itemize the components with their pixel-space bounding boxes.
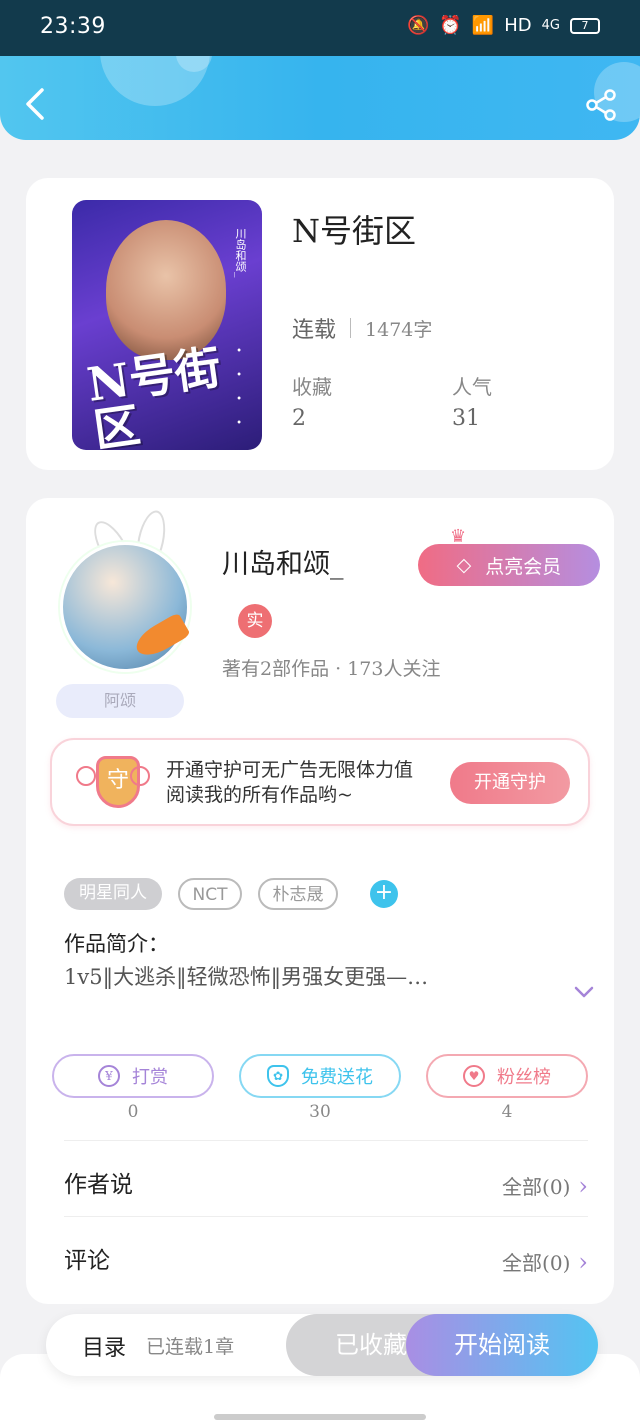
yen-icon: ¥: [98, 1065, 120, 1087]
send-flower-label: 免费送花: [301, 1067, 373, 1088]
favorites-label: 收藏: [292, 375, 332, 399]
cover-portrait: [106, 220, 226, 360]
tag-item[interactable]: NCT: [178, 878, 242, 910]
chapter-count: 已连载1章: [146, 1336, 235, 1358]
intro-heading: 作品简介：: [64, 932, 169, 956]
fan-ranking-button[interactable]: ♥ 粉丝榜: [426, 1054, 588, 1098]
book-state: 连载: [292, 318, 337, 343]
cover-author-text: 川岛和颂_: [234, 228, 247, 278]
author-name[interactable]: 川岛和颂_: [222, 542, 344, 581]
book-cover[interactable]: 川岛和颂_ • • • • N号街区: [72, 200, 262, 450]
back-icon[interactable]: [22, 86, 50, 122]
battery-icon: 7: [570, 17, 600, 34]
tag-item[interactable]: 朴志晟: [258, 878, 338, 910]
comments-count: 全部(0): [502, 1251, 571, 1275]
status-bar: 23:39 🔕 ⏰ 📶 HD 4G 7: [0, 0, 640, 56]
diamond-icon: ◇: [456, 554, 472, 576]
author-says-count: 全部(0): [502, 1175, 571, 1199]
add-tag-button[interactable]: +: [370, 880, 398, 908]
cover-title-text: N号街区: [83, 339, 225, 450]
popularity-value: 31: [452, 406, 480, 431]
start-reading-button[interactable]: 开始阅读: [406, 1314, 598, 1376]
top-header: [0, 56, 640, 140]
tip-button[interactable]: ¥ 打赏: [52, 1054, 214, 1098]
user-heart-icon: ♥: [463, 1065, 485, 1087]
wing-icon: [130, 766, 150, 786]
signal-label: 4G: [541, 18, 560, 33]
verified-badge: 实: [238, 604, 272, 638]
vip-button-label: 点亮会员: [485, 555, 562, 578]
chevron-right-icon: ›: [578, 1171, 588, 1200]
author-nickname-badge: 阿颂: [56, 684, 184, 718]
author-says-row[interactable]: 作者说 全部(0) ›: [64, 1140, 588, 1216]
book-title: N号街区: [292, 212, 417, 250]
bottom-action-bar: 目录 已连载1章 已收藏 开始阅读: [46, 1314, 598, 1376]
author-card: 阿颂 川岛和颂_ ♛ ◇ 点亮会员 实 著有2部作品 · 173人关注 守 开通…: [26, 498, 614, 1304]
tag-item[interactable]: 明星同人: [64, 878, 162, 910]
guard-banner[interactable]: 守 开通守护可无广告无限体力值阅读我的所有作品哟~ 开通守护: [50, 738, 590, 826]
author-avatar[interactable]: [60, 542, 190, 672]
chevron-right-icon: ›: [578, 1247, 588, 1276]
favorites-value: 2: [292, 406, 306, 431]
send-flower-button[interactable]: ✿ 免费送花: [239, 1054, 401, 1098]
author-says-label: 作者说: [64, 1172, 133, 1198]
divider: [350, 318, 352, 338]
toc-button[interactable]: 目录: [82, 1330, 126, 1362]
guard-text: 开通守护可无广告无限体力值阅读我的所有作品哟~: [166, 759, 414, 806]
comments-row[interactable]: 评论 全部(0) ›: [64, 1216, 588, 1292]
fan-count: 4: [501, 1102, 513, 1122]
vip-button[interactable]: ◇ 点亮会员: [418, 544, 600, 586]
fan-ranking-label: 粉丝榜: [497, 1067, 551, 1088]
mute-icon: 🔕: [406, 15, 430, 36]
share-icon[interactable]: [584, 88, 618, 122]
flower-count: 30: [309, 1102, 331, 1122]
comments-label: 评论: [64, 1248, 110, 1274]
wing-icon: [76, 766, 96, 786]
book-meta: 连载 1474字: [292, 312, 432, 344]
chevron-down-icon[interactable]: [574, 982, 594, 1002]
tip-count: 0: [127, 1102, 139, 1122]
network-label: HD: [504, 15, 532, 36]
status-time: 23:39: [40, 14, 106, 39]
author-says-more[interactable]: 全部(0) ›: [502, 1171, 588, 1200]
author-stats: 著有2部作品 · 173人关注: [222, 658, 441, 680]
guard-button[interactable]: 开通守护: [450, 762, 570, 804]
flower-icon: ✿: [267, 1065, 289, 1087]
book-word-count: 1474字: [365, 318, 433, 341]
book-info-card: 川岛和颂_ • • • • N号街区 N号街区 连载 1474字 收藏 2 人气 31: [26, 178, 614, 470]
tip-label: 打赏: [132, 1067, 168, 1088]
status-icons: 🔕 ⏰ 📶 HD 4G 7: [407, 15, 600, 36]
wifi-icon: 📶: [471, 15, 495, 36]
alarm-icon: ⏰: [439, 15, 462, 36]
comments-more[interactable]: 全部(0) ›: [502, 1247, 588, 1276]
popularity-label: 人气: [452, 375, 492, 399]
intro-text: 1v5‖大逃杀‖轻微恐怖‖男强女更强—…: [64, 965, 429, 989]
home-indicator: [214, 1414, 426, 1420]
